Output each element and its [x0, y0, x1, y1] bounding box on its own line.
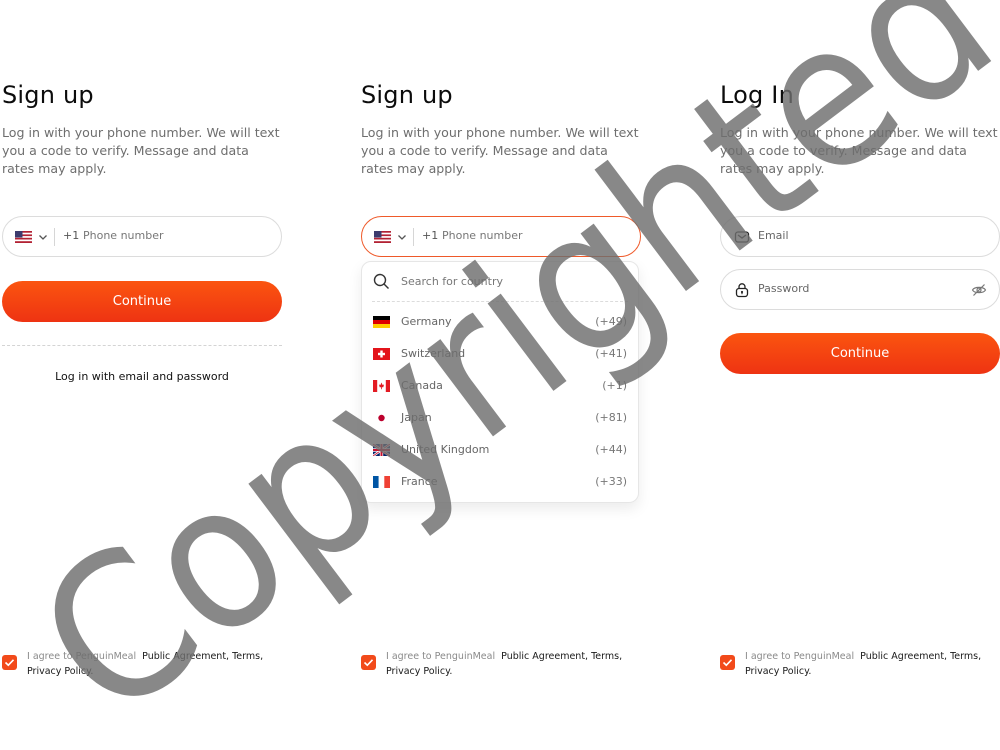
page-description: Log in with your phone number. We will t… — [2, 125, 280, 176]
signup-dropdown-panel: Sign up Log in with your phone number. W… — [361, 0, 641, 750]
us-flag-icon[interactable] — [15, 231, 32, 243]
continue-button[interactable]: Continue — [2, 281, 282, 322]
chevron-down-icon[interactable] — [38, 232, 48, 242]
page-description: Log in with your phone number. We will t… — [361, 125, 639, 176]
country-dropdown: Search for country Germany (+49) Switzer… — [361, 261, 639, 503]
country-name: United Kingdom — [401, 443, 490, 456]
agreement-text: I agree to PenguinMeal Public Agreement,… — [386, 650, 641, 679]
ch-flag-icon — [373, 348, 390, 360]
page-title: Sign up — [361, 81, 453, 109]
page-title: Sign up — [2, 81, 94, 109]
country-dial-code: (+44) — [595, 443, 627, 456]
signup-panel: Sign up Log in with your phone number. W… — [2, 0, 282, 750]
country-option[interactable]: Canada (+1) — [362, 371, 638, 401]
country-dial-code: (+41) — [595, 347, 627, 360]
country-dial-code: (+49) — [595, 315, 627, 328]
page-title: Log In — [720, 81, 794, 109]
country-name: Germany — [401, 315, 452, 328]
divider — [413, 228, 414, 246]
page-description: Log in with your phone number. We will t… — [720, 125, 998, 176]
country-search-input[interactable]: Search for country — [401, 275, 503, 288]
country-option[interactable]: France (+33) — [362, 467, 638, 497]
ca-flag-icon — [373, 380, 390, 392]
search-icon — [373, 273, 389, 289]
phone-placeholder: Phone number — [442, 229, 523, 242]
agree-checkbox[interactable] — [720, 655, 735, 670]
lock-icon — [735, 283, 749, 298]
jp-flag-icon — [373, 412, 390, 424]
country-code: +1 — [422, 229, 439, 242]
divider — [372, 301, 628, 302]
country-name: Switzerland — [401, 347, 466, 360]
country-name: France — [401, 475, 438, 488]
email-field[interactable]: Email — [720, 216, 1000, 257]
de-flag-icon — [373, 316, 390, 328]
phone-input[interactable]: +1 Phone number — [2, 216, 282, 257]
agreement-text: I agree to PenguinMeal Public Agreement,… — [745, 650, 1000, 679]
mail-icon — [734, 231, 750, 243]
divider — [54, 228, 55, 246]
agreement: I agree to PenguinMeal Public Agreement,… — [361, 650, 641, 682]
agree-checkbox[interactable] — [361, 655, 376, 670]
agreement-text: I agree to PenguinMeal Public Agreement,… — [27, 650, 282, 679]
country-option[interactable]: United Kingdom (+44) — [362, 435, 638, 465]
agreement-prefix: I agree to PenguinMeal — [386, 651, 496, 662]
country-name: Canada — [401, 379, 443, 392]
phone-placeholder: Phone number — [83, 229, 164, 242]
country-name: Japan — [401, 411, 432, 424]
eye-off-icon[interactable] — [971, 282, 987, 298]
email-login-link[interactable]: Log in with email and password — [2, 370, 282, 383]
agreement-prefix: I agree to PenguinMeal — [27, 651, 137, 662]
agreement: I agree to PenguinMeal Public Agreement,… — [720, 650, 1000, 682]
check-icon — [4, 659, 15, 667]
country-code: +1 — [63, 229, 80, 242]
country-dial-code: (+33) — [595, 475, 627, 488]
email-placeholder: Email — [758, 229, 789, 242]
agreement-prefix: I agree to PenguinMeal — [745, 651, 855, 662]
check-icon — [722, 659, 733, 667]
agree-checkbox[interactable] — [2, 655, 17, 670]
country-option[interactable]: Japan (+81) — [362, 403, 638, 433]
password-placeholder: Password — [758, 282, 810, 295]
fr-flag-icon — [373, 476, 390, 488]
divider — [2, 345, 282, 346]
chevron-down-icon[interactable] — [397, 232, 407, 242]
country-option[interactable]: Germany (+49) — [362, 307, 638, 337]
password-field[interactable]: Password — [720, 269, 1000, 310]
gb-flag-icon — [373, 444, 390, 456]
phone-input[interactable]: +1 Phone number — [361, 216, 641, 257]
login-panel: Log In Log in with your phone number. We… — [720, 0, 1000, 750]
check-icon — [363, 659, 374, 667]
country-dial-code: (+81) — [595, 411, 627, 424]
continue-button[interactable]: Continue — [720, 333, 1000, 374]
us-flag-icon[interactable] — [374, 231, 391, 243]
country-dial-code: (+1) — [602, 379, 627, 392]
agreement: I agree to PenguinMeal Public Agreement,… — [2, 650, 282, 682]
country-option[interactable]: Switzerland (+41) — [362, 339, 638, 369]
